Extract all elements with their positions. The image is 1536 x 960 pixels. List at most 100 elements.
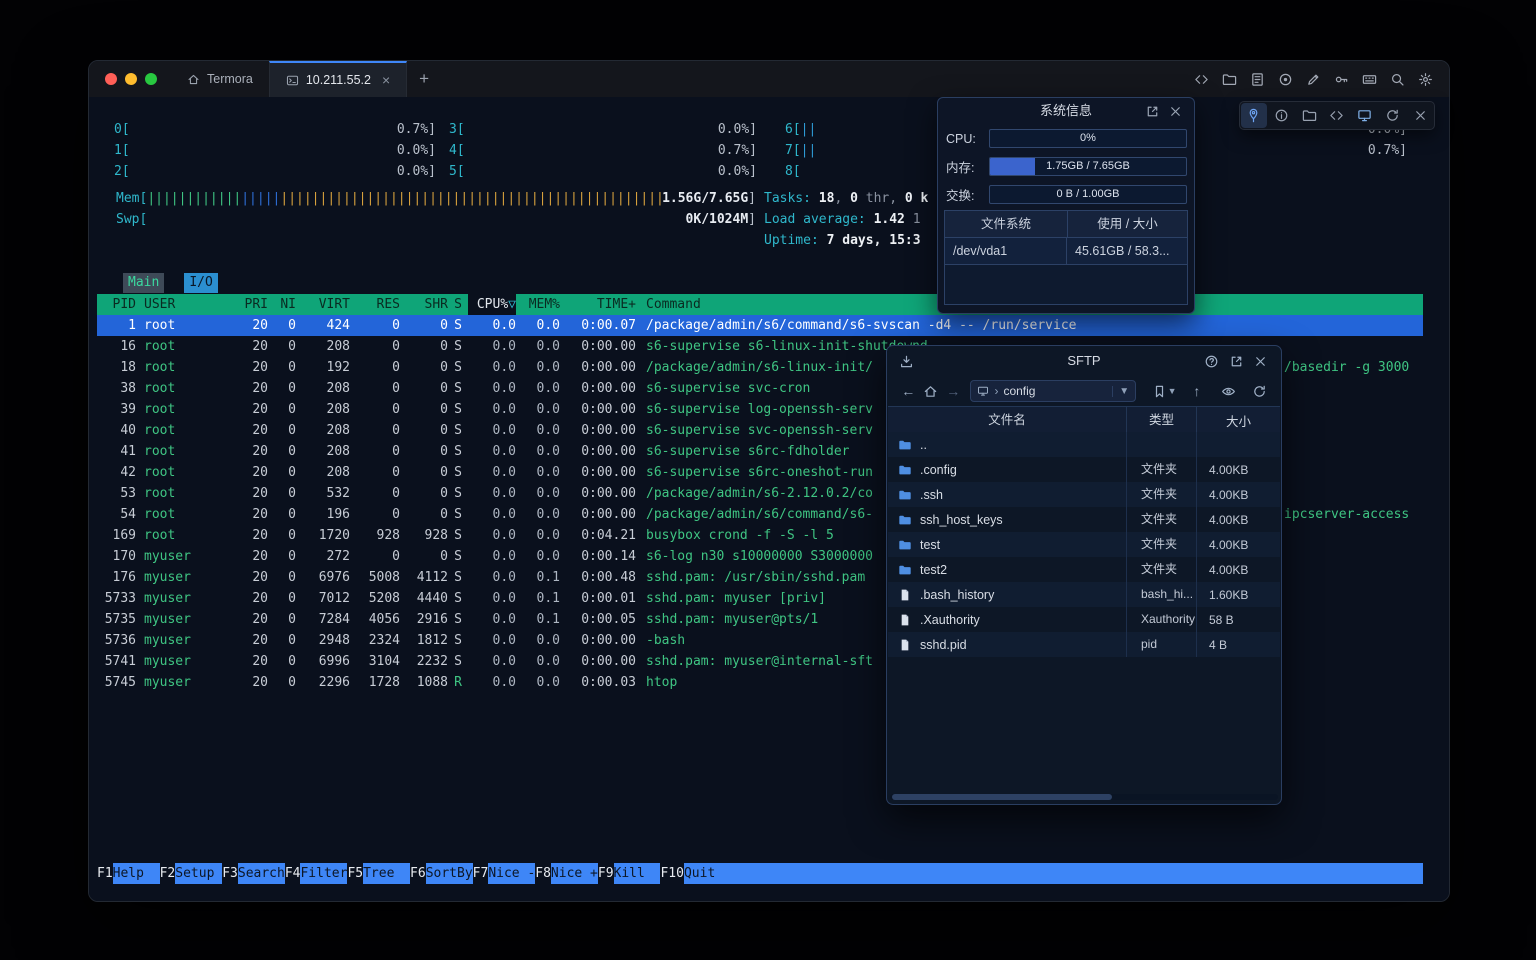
path-bar[interactable]: › config ▼ <box>970 380 1136 402</box>
home-icon[interactable] <box>919 384 941 399</box>
file-row-.Xauthority[interactable]: .XauthorityXauthority58 B <box>888 607 1280 632</box>
close-panel-icon[interactable] <box>1253 354 1268 369</box>
column-header-pri[interactable]: PRI <box>228 294 268 315</box>
file-name-cell: ssh_host_keys <box>888 507 1127 532</box>
ni-cell: 0 <box>268 462 296 483</box>
file-row-test2[interactable]: test2文件夹4.00KB <box>888 557 1280 582</box>
column-header-mem[interactable]: MEM% <box>516 294 560 315</box>
file-row-.bash_history[interactable]: .bash_historybash_hi...1.60KB <box>888 582 1280 607</box>
column-header-state[interactable]: S <box>448 294 468 315</box>
file-icon <box>898 588 912 602</box>
pin-icon[interactable] <box>1241 103 1267 128</box>
column-header-cpu[interactable]: CPU%▽ <box>468 294 516 315</box>
file-type: bash_hi... <box>1127 582 1197 607</box>
file-row-test[interactable]: test文件夹4.00KB <box>888 532 1280 557</box>
refresh-icon[interactable] <box>1249 384 1271 399</box>
file-row-ssh_host_keys[interactable]: ssh_host_keys文件夹4.00KB <box>888 507 1280 532</box>
record-icon[interactable] <box>1278 72 1293 87</box>
process-row-1[interactable]: 1root20042400S0.00.00:00.07/package/admi… <box>97 315 1423 336</box>
column-filename[interactable]: 文件名 <box>888 407 1127 433</box>
tab-main[interactable]: Main <box>123 273 164 293</box>
code-icon[interactable] <box>1194 72 1209 87</box>
tab-ssh-host[interactable]: 10.211.55.2 × <box>269 61 407 97</box>
file-row-sshd.pid[interactable]: sshd.pidpid4 B <box>888 632 1280 657</box>
refresh-icon[interactable] <box>1379 103 1405 128</box>
column-header-res[interactable]: RES <box>350 294 400 315</box>
close-tab-icon[interactable]: × <box>382 73 390 87</box>
back-icon[interactable]: ← <box>897 383 919 399</box>
virt-cell: 7012 <box>296 588 350 609</box>
ni-cell: 0 <box>268 672 296 693</box>
tab-termora[interactable]: Termora <box>171 61 269 97</box>
file-row-.config[interactable]: .config文件夹4.00KB <box>888 457 1280 482</box>
fkey-f5[interactable]: F5Tree <box>347 863 410 884</box>
user-cell: root <box>144 420 216 441</box>
fkey-f9[interactable]: F9Kill <box>598 863 661 884</box>
search-icon[interactable] <box>1390 72 1405 87</box>
folder-icon <box>898 563 912 577</box>
keymap-icon[interactable] <box>1362 72 1377 87</box>
new-tab-button[interactable]: + <box>407 69 441 89</box>
log-icon[interactable] <box>1250 72 1265 87</box>
file-type: 文件夹 <box>1127 557 1197 582</box>
fkey-f10[interactable]: F10Quit <box>660 863 730 884</box>
res-cell: 0 <box>350 315 400 336</box>
cpu-cell: 0.0 <box>468 630 516 651</box>
settings-icon[interactable] <box>1418 72 1433 87</box>
folder-icon <box>898 488 912 502</box>
close-panel-icon[interactable] <box>1168 104 1183 119</box>
process-table-header: PID USER PRI NI VIRT RES SHR S CPU%▽ MEM… <box>97 294 1423 315</box>
column-header-time[interactable]: TIME+ <box>560 294 636 315</box>
close-icon[interactable] <box>1407 103 1433 128</box>
virt-cell: 424 <box>296 315 350 336</box>
file-row-parent[interactable]: .. <box>888 432 1280 457</box>
edit-icon[interactable] <box>1306 72 1321 87</box>
fkey-f6[interactable]: F6SortBy <box>410 863 473 884</box>
column-type[interactable]: 类型 <box>1127 407 1197 433</box>
show-hidden-files-icon[interactable] <box>1217 384 1239 399</box>
shr-cell: 1088 <box>400 672 448 693</box>
column-header-user[interactable]: USER <box>144 294 216 315</box>
ni-cell: 0 <box>268 315 296 336</box>
sftp-titlebar: SFTP <box>887 346 1281 376</box>
column-header-pid[interactable]: PID <box>100 294 136 315</box>
maximize-window-button[interactable] <box>145 73 157 85</box>
parent-directory-icon[interactable]: ↑ <box>1186 383 1208 399</box>
column-header-ni[interactable]: NI <box>268 294 296 315</box>
folder-icon[interactable] <box>1296 103 1322 128</box>
scrollbar-thumb[interactable] <box>892 794 1112 800</box>
info-icon[interactable] <box>1269 103 1295 128</box>
column-header-shr[interactable]: SHR <box>400 294 448 315</box>
fkey-f3[interactable]: F3Search <box>222 863 285 884</box>
fkey-f8[interactable]: F8Nice + <box>535 863 598 884</box>
bookmark-dropdown-icon[interactable]: ▼ <box>1168 386 1177 396</box>
forward-icon[interactable]: → <box>942 383 964 399</box>
key-icon[interactable] <box>1334 72 1349 87</box>
user-cell: myuser <box>144 567 216 588</box>
close-window-button[interactable] <box>105 73 117 85</box>
folder-icon[interactable] <box>1222 72 1237 87</box>
memory-meter: Mem[||||||||||||||||||||||||||||||||||||… <box>116 188 756 209</box>
code-icon[interactable] <box>1324 103 1350 128</box>
open-in-window-icon[interactable] <box>1229 354 1244 369</box>
state-cell: S <box>448 525 468 546</box>
monitor-icon[interactable] <box>1352 103 1378 128</box>
cpu-cell: 0.0 <box>468 588 516 609</box>
help-icon[interactable] <box>1204 354 1219 369</box>
horizontal-scrollbar[interactable] <box>890 794 1278 800</box>
file-name: .config <box>920 463 957 477</box>
fkey-f4[interactable]: F4Filter <box>285 863 348 884</box>
filesystem-row[interactable]: /dev/vda145.61GB / 58.3... <box>945 238 1187 265</box>
mem-cell: 0.0 <box>516 315 560 336</box>
fkey-f1[interactable]: F1Help <box>97 863 160 884</box>
path-dropdown-icon[interactable]: ▼ <box>1112 386 1129 397</box>
open-in-window-icon[interactable] <box>1145 104 1160 119</box>
file-row-.ssh[interactable]: .ssh文件夹4.00KB <box>888 482 1280 507</box>
window-controls <box>89 73 171 85</box>
tab-io[interactable]: I/O <box>184 273 217 293</box>
fkey-f2[interactable]: F2Setup <box>160 863 223 884</box>
column-header-virt[interactable]: VIRT <box>296 294 350 315</box>
fkey-f7[interactable]: F7Nice - <box>473 863 536 884</box>
column-size[interactable]: 大小 <box>1197 411 1280 430</box>
minimize-window-button[interactable] <box>125 73 137 85</box>
